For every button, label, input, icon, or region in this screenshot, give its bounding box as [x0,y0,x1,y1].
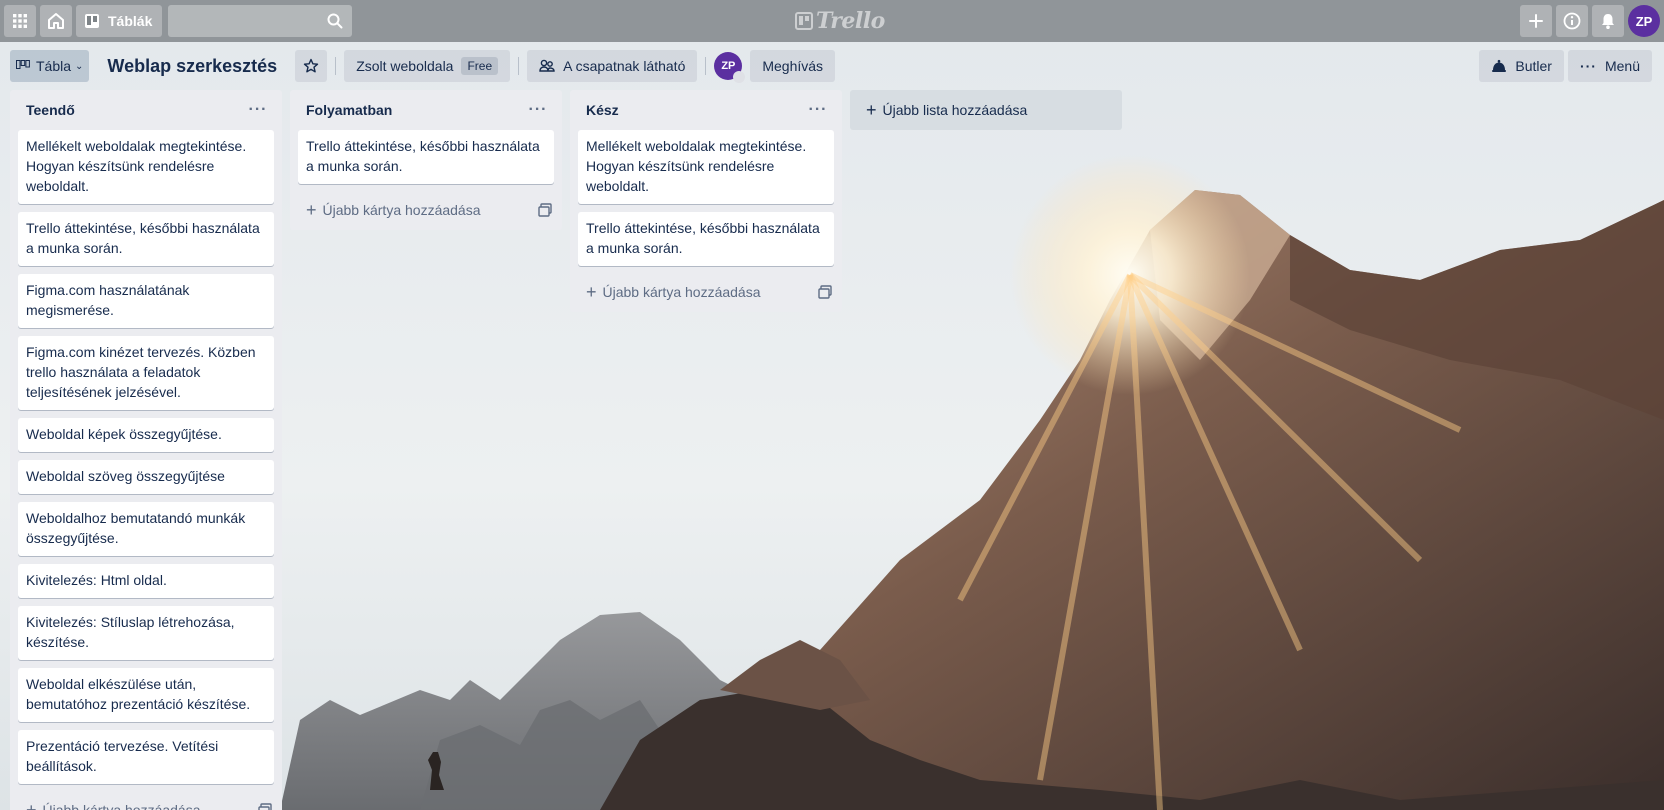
invite-label: Meghívás [762,58,824,74]
plus-icon: + [866,99,877,120]
list-card[interactable]: Weboldal szöveg összegyűjtése [18,460,274,494]
list-card[interactable]: Kivitelezés: Html oldal. [18,564,274,598]
logo-text: Trello [816,8,885,34]
star-icon [303,58,319,73]
more-icon[interactable]: ··· [802,101,834,119]
list-header: Teendő ··· [10,90,282,130]
app-header: Táblák Trello ZP [0,0,1664,42]
boards-button-label: Táblák [108,13,153,29]
workspace-button[interactable]: Zsolt weboldala Free [344,50,511,82]
butler-button[interactable]: Butler [1479,50,1564,82]
list-card[interactable]: Kivitelezés: Stíluslap létrehozása, kész… [18,606,274,660]
visibility-button[interactable]: A csapatnak látható [527,50,698,82]
add-card-button[interactable]: + Újabb kártya hozzáadása [290,192,562,228]
list-folyamatban[interactable]: Folyamatban ··· Trello áttekintése, késő… [290,90,562,230]
trello-logo-icon [795,12,813,30]
list-card[interactable]: Weboldal elkészülése után, bemutatóhoz p… [18,668,274,722]
visibility-label: A csapatnak látható [563,58,686,74]
search-input[interactable] [168,5,353,37]
chevron-down-icon: ⌄ [75,60,84,72]
list-card[interactable]: Figma.com használatának megismerése. [18,274,274,328]
grid-icon [13,14,27,28]
list-title[interactable]: Folyamatban [306,102,392,118]
info-button[interactable] [1556,5,1588,37]
star-board-button[interactable] [295,50,328,82]
board-view-label: Tábla [36,58,72,74]
member-initials: ZP [721,60,736,72]
list-teendo[interactable]: Teendő ··· Mellékelt weboldalak megtekin… [10,90,282,810]
search-icon [327,13,343,29]
list-card[interactable]: Trello áttekintése, későbbi használata a… [298,130,554,184]
list-title[interactable]: Teendő [26,102,75,118]
plus-icon: + [586,281,597,302]
more-icon[interactable]: ··· [242,101,274,119]
board-icon [85,14,99,28]
list-card[interactable]: Mellékelt weboldalak megtekintése. Hogya… [18,130,274,204]
plan-badge: Free [461,57,499,75]
list-card[interactable]: Trello áttekintése, későbbi használata a… [18,212,274,266]
divider [518,57,520,75]
add-card-button[interactable]: + Újabb kártya hozzáadása [570,274,842,310]
add-list-label: Újabb lista hozzáadása [882,102,1028,118]
invite-button[interactable]: Meghívás [750,50,836,82]
apps-button[interactable] [4,5,36,37]
info-icon [1563,12,1581,30]
list-card[interactable]: Prezentáció tervezése. Vetítési beállítá… [18,730,274,784]
add-card-label: Újabb kártya hozzáadása [322,202,481,218]
show-menu-button[interactable]: ··· Menü [1567,50,1652,82]
list-card[interactable]: Weboldalhoz bemutatandó munkák összegyűj… [18,502,274,556]
home-icon [48,13,64,29]
board-view-icon [16,60,30,69]
plus-icon: + [26,799,37,810]
bell-icon [1602,14,1614,29]
list-title[interactable]: Kész [586,102,619,118]
team-icon [539,59,555,72]
board-title[interactable]: Weblap szerkesztés [97,56,289,77]
divider [705,57,707,75]
member-avatar-button[interactable]: ZP [1628,5,1660,37]
trello-logo[interactable]: Trello [795,8,885,34]
avatar-initials: ZP [1635,13,1653,29]
list-card[interactable]: Weboldal képek összegyűjtése. [18,418,274,452]
add-card-label: Újabb kártya hozzáadása [602,284,761,300]
butler-icon [1492,59,1507,72]
card-template-icon[interactable] [258,803,272,810]
list-header: Kész ··· [570,90,842,130]
add-list-button[interactable]: + Újabb lista hozzáadása [850,90,1122,130]
more-icon: ··· [1579,58,1597,74]
list-card[interactable]: Figma.com kinézet tervezés. Közben trell… [18,336,274,410]
board-member-avatar[interactable]: ZP [714,52,746,83]
add-card-button[interactable]: + Újabb kártya hozzáadása [10,792,282,810]
card-template-icon[interactable] [818,285,832,299]
notifications-button[interactable] [1592,5,1624,37]
board-header: Tábla ⌄ Weblap szerkesztés Zsolt webolda… [0,42,1664,90]
butler-label: Butler [1515,58,1552,74]
plus-icon [1529,14,1543,28]
search-field[interactable] [168,5,353,37]
card-template-icon[interactable] [538,203,552,217]
board-view-switcher[interactable]: Tábla ⌄ [10,50,90,82]
home-button[interactable] [40,5,72,37]
boards-button[interactable]: Táblák [76,5,163,37]
divider [335,57,337,75]
list-card[interactable]: Mellékelt weboldalak megtekintése. Hogya… [578,130,834,204]
create-button[interactable] [1520,5,1552,37]
menu-label: Menü [1604,58,1640,74]
more-icon[interactable]: ··· [522,101,554,119]
list-card[interactable]: Trello áttekintése, későbbi használata a… [578,212,834,266]
list-header: Folyamatban ··· [290,90,562,130]
plus-icon: + [306,199,317,220]
workspace-label: Zsolt weboldala [356,58,454,74]
add-card-label: Újabb kártya hozzáadása [42,802,201,810]
list-kesz[interactable]: Kész ··· Mellékelt weboldalak megtekinté… [570,90,842,312]
admin-chevron-icon [733,71,746,83]
